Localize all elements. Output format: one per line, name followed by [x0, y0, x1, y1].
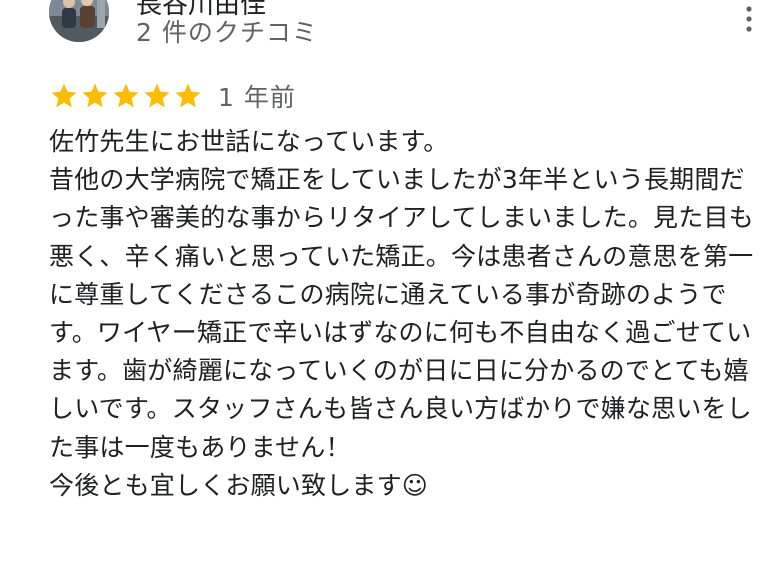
user-avatar-photo-icon	[49, 0, 109, 42]
star-rating	[49, 81, 204, 111]
review-text: 佐竹先生にお世話になっています。 昔他の大学病院で矯正をしていましたが3年半とい…	[49, 127, 754, 500]
star-icon	[173, 81, 203, 111]
rating-row: 1 年前	[49, 79, 296, 113]
star-icon	[111, 81, 141, 111]
star-icon	[142, 81, 172, 111]
author-avatar[interactable]	[49, 0, 109, 42]
star-icon	[49, 81, 79, 111]
review-date: 1 年前	[218, 83, 296, 112]
more-vert-icon	[746, 6, 752, 32]
author-review-count: 2 件のクチコミ	[136, 18, 318, 47]
star-icon	[80, 81, 110, 111]
review-card: 長谷川由佳 2 件のクチコミ 1 年前 佐竹先生にお世話になっています。 昔他の…	[0, 0, 762, 582]
more-options-button[interactable]	[736, 2, 762, 36]
